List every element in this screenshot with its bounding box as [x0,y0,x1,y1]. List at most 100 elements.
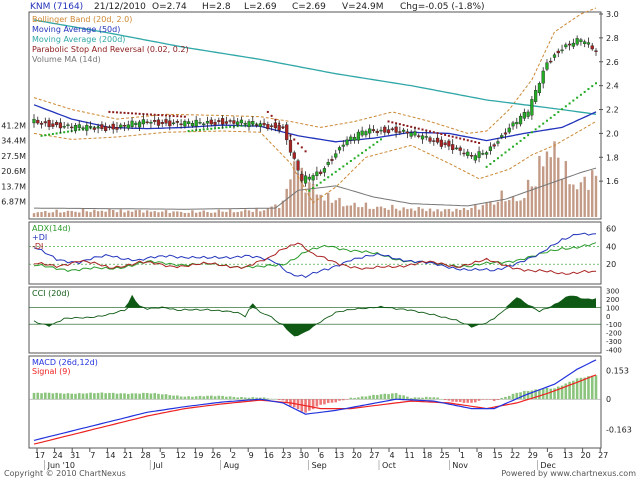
volume-bar [436,209,439,217]
candle-body [92,127,96,130]
volume-bar [519,200,522,217]
candle-body [364,131,368,136]
candle-body [183,120,187,127]
legend-cci: CCI (20d) [32,289,70,298]
candle-body [371,129,376,132]
macd-histogram-bar [432,397,436,400]
macd-histogram-bar [153,393,156,400]
macd-histogram-bar [243,397,247,400]
macd-histogram-bar [176,395,179,400]
candle-body [398,131,402,133]
macd-histogram-bar [583,377,586,400]
macd-histogram-bar [32,392,36,400]
open-label: O=2.74 [152,2,187,12]
macd-histogram-bar [330,399,334,403]
macd-histogram-bar [123,393,126,400]
candle-body [85,125,89,131]
candle-body [198,122,202,124]
sar-dot [308,189,311,192]
sar-dot [229,125,232,128]
legend-ma200: Moving Average (200d) [32,35,125,44]
macd-histogram-bar [500,397,504,400]
macd-tick-label: -0.163 [606,426,632,435]
x-day-label: 20 [581,451,591,460]
macd-histogram-bar [206,395,209,400]
candle-body [36,119,40,124]
volume-bar [198,211,202,217]
volume-bar [447,209,451,217]
candle-body [435,137,440,143]
volume-bar [455,208,458,217]
macd-histogram-bar [225,396,228,400]
legend-minus-di: -DI [32,242,43,251]
candle-body [104,126,108,131]
x-month-label: Aug [224,461,240,470]
volume-bar [575,189,579,217]
candle-body [477,151,481,158]
cci-tick-label: 300 [606,288,619,296]
sar-dot [66,130,69,133]
volume-bar [432,211,436,217]
candle-body [334,153,338,158]
candle-body [205,121,210,124]
candle-body [296,160,300,171]
candle-body [485,152,489,155]
x-day-label: 13 [334,451,344,460]
macd-histogram-bar [507,395,511,400]
sar-dot [319,181,322,184]
volume-bar [149,211,153,217]
volume-bar [221,211,224,217]
candle-body [209,119,213,125]
macd-histogram-bar [436,397,439,400]
candle-body [473,155,477,161]
volume-bar [138,209,141,217]
sar-dot [485,165,488,168]
candle-body [409,132,413,137]
sar-dot [470,140,473,143]
macd-histogram-bar [44,392,47,400]
volume-bar [440,211,443,217]
candle-body [402,129,406,132]
macd-histogram-bar [194,396,198,400]
macd-histogram-bar [236,397,239,400]
sar-dot [572,99,575,102]
sar-dot [297,142,300,145]
sar-dot [323,178,326,181]
candle-body [281,126,285,128]
volume-tick-label: 20.6M [1,167,26,176]
candle-body [130,120,134,127]
candle-body [149,121,153,124]
volume-bar [285,188,288,217]
candle-body [55,122,59,126]
candle-body [515,121,519,125]
volume-bar [417,207,420,217]
macd-histogram-bar [187,396,190,400]
volume-bar [115,212,119,217]
volume-tick-label: 34.4M [1,136,26,145]
sar-dot [478,141,481,144]
volume-bar [51,212,55,217]
macd-histogram-bar [379,394,383,400]
candle-body [232,120,236,124]
candle-body [32,118,36,124]
candle-body [379,129,383,132]
sar-dot [444,133,447,136]
volume-bar [247,210,251,217]
macd-histogram-bar [183,396,187,400]
x-day-label: 2 [231,451,236,460]
volume-bar [47,212,51,217]
macd-histogram-bar [485,399,488,400]
volume-bar [383,208,386,217]
macd-tick-label: 0 [606,395,611,404]
macd-histogram-bar [424,396,428,400]
sar-dot [583,90,586,93]
volume-bar [541,166,545,217]
volume-bar [481,205,485,217]
macd-histogram-bar [398,394,402,400]
volume-bar [466,210,469,217]
sar-dot [496,157,499,160]
macd-histogram-bar [172,395,175,400]
macd-histogram-bar [198,395,202,400]
volume-bar [402,207,405,217]
sar-dot [380,138,383,141]
